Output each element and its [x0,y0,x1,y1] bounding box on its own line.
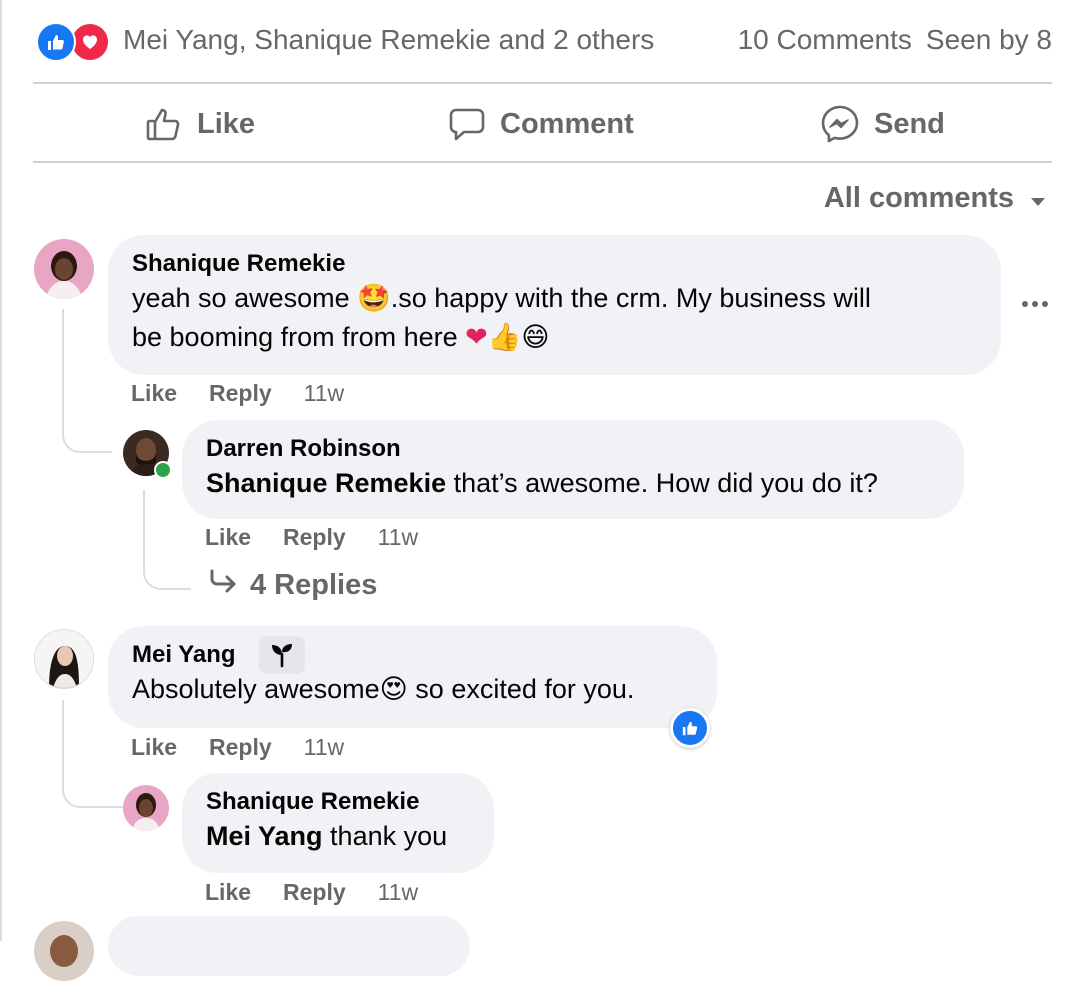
avatar[interactable] [34,921,94,981]
like-button[interactable]: Like [145,102,255,146]
comment-button[interactable]: Comment [448,102,634,146]
reply-timestamp[interactable]: 11w [378,524,419,551]
thumbs-up-icon [145,105,183,143]
post-stats: 10 Comments Seen by 8 [738,24,1052,56]
reply-timestamp[interactable]: 11w [378,879,419,906]
reactors-summary[interactable]: Mei Yang, Shanique Remekie and 2 others [123,24,654,56]
thumbs-up-emoji-icon: 👍 [487,322,522,352]
comment-bubble-icon [448,105,486,143]
comment-text: yeah so awesome 🤩.so happy with the crm.… [132,283,871,352]
reply-like-button[interactable]: Like [205,879,251,906]
reply-arrow-icon [208,568,238,602]
grinning-emoji-icon: 😄 [521,322,550,352]
comment-button-label: Comment [500,107,634,140]
seen-by-count[interactable]: Seen by 8 [926,24,1052,55]
comment-reply-button[interactable]: Reply [209,380,272,407]
avatar[interactable] [123,785,169,831]
comment-reply-button[interactable]: Reply [209,734,272,761]
comments-filter-dropdown[interactable]: All comments [824,182,1046,215]
comments-filter-label: All comments [823,182,1014,214]
reply-author[interactable]: Shanique Remekie [206,787,470,817]
reply-bubble: Shanique Remekie Mei Yang thank you [182,773,494,873]
comment-author[interactable]: Mei Yang [132,640,693,670]
comment-like-button[interactable]: Like [131,734,177,761]
reply-actions: Like Reply 11w [205,524,418,551]
view-replies-label: 4 Replies [250,568,378,601]
divider [33,82,1052,84]
like-reaction-icon [36,22,76,62]
comment-actions: Like Reply 11w [131,380,344,407]
reply-author[interactable]: Darren Robinson [206,434,940,464]
thread-line [62,309,112,453]
reply-reply-button[interactable]: Reply [283,879,346,906]
send-button-label: Send [874,107,945,140]
view-replies-link[interactable]: 4 Replies [208,568,377,602]
thread-line [143,490,191,590]
comment-bubble: Shanique Remekie yeah so awesome 🤩.so ha… [108,235,1001,375]
online-status-indicator [154,461,172,479]
like-button-label: Like [197,107,256,140]
reply-actions: Like Reply 11w [205,879,418,906]
divider [33,161,1052,163]
more-options-icon[interactable] [1022,292,1054,316]
send-button[interactable]: Send [820,102,945,146]
avatar[interactable] [34,629,94,689]
reaction-icons[interactable] [36,22,110,62]
reply-reply-button[interactable]: Reply [283,524,346,551]
mentioned-user[interactable]: Shanique Remekie [206,468,446,498]
love-reaction-icon [70,22,110,62]
left-border [0,0,2,941]
comment-bubble [108,916,470,976]
reply-bubble: Darren Robinson Shanique Remekie that’s … [182,420,964,519]
avatar[interactable] [34,239,94,299]
new-member-badge-icon[interactable] [259,636,305,674]
reply-text: Shanique Remekie that’s awesome. How did… [206,468,878,498]
comment-actions: Like Reply 11w [131,734,344,761]
caret-down-icon [1030,182,1046,215]
heart-emoji-icon: ❤ [465,322,488,352]
comment-author[interactable]: Shanique Remekie [132,249,977,279]
thread-line [62,700,124,808]
comment-timestamp[interactable]: 11w [304,380,345,407]
comment-text: Absolutely awesome😍 so excited for you. [132,674,635,704]
messenger-icon [820,104,860,144]
mentioned-user[interactable]: Mei Yang [206,821,323,851]
star-struck-emoji-icon: 🤩 [357,283,391,313]
comment-bubble: Mei Yang Absolutely awesome😍 so excited … [108,626,717,728]
comments-count[interactable]: 10 Comments [738,24,912,55]
reply-text: Mei Yang thank you [206,821,448,851]
heart-eyes-emoji-icon: 😍 [379,674,408,704]
comment-like-button[interactable]: Like [131,380,177,407]
comment-timestamp[interactable]: 11w [304,734,345,761]
reply-like-button[interactable]: Like [205,524,251,551]
comment-like-reaction-icon[interactable] [670,708,710,748]
